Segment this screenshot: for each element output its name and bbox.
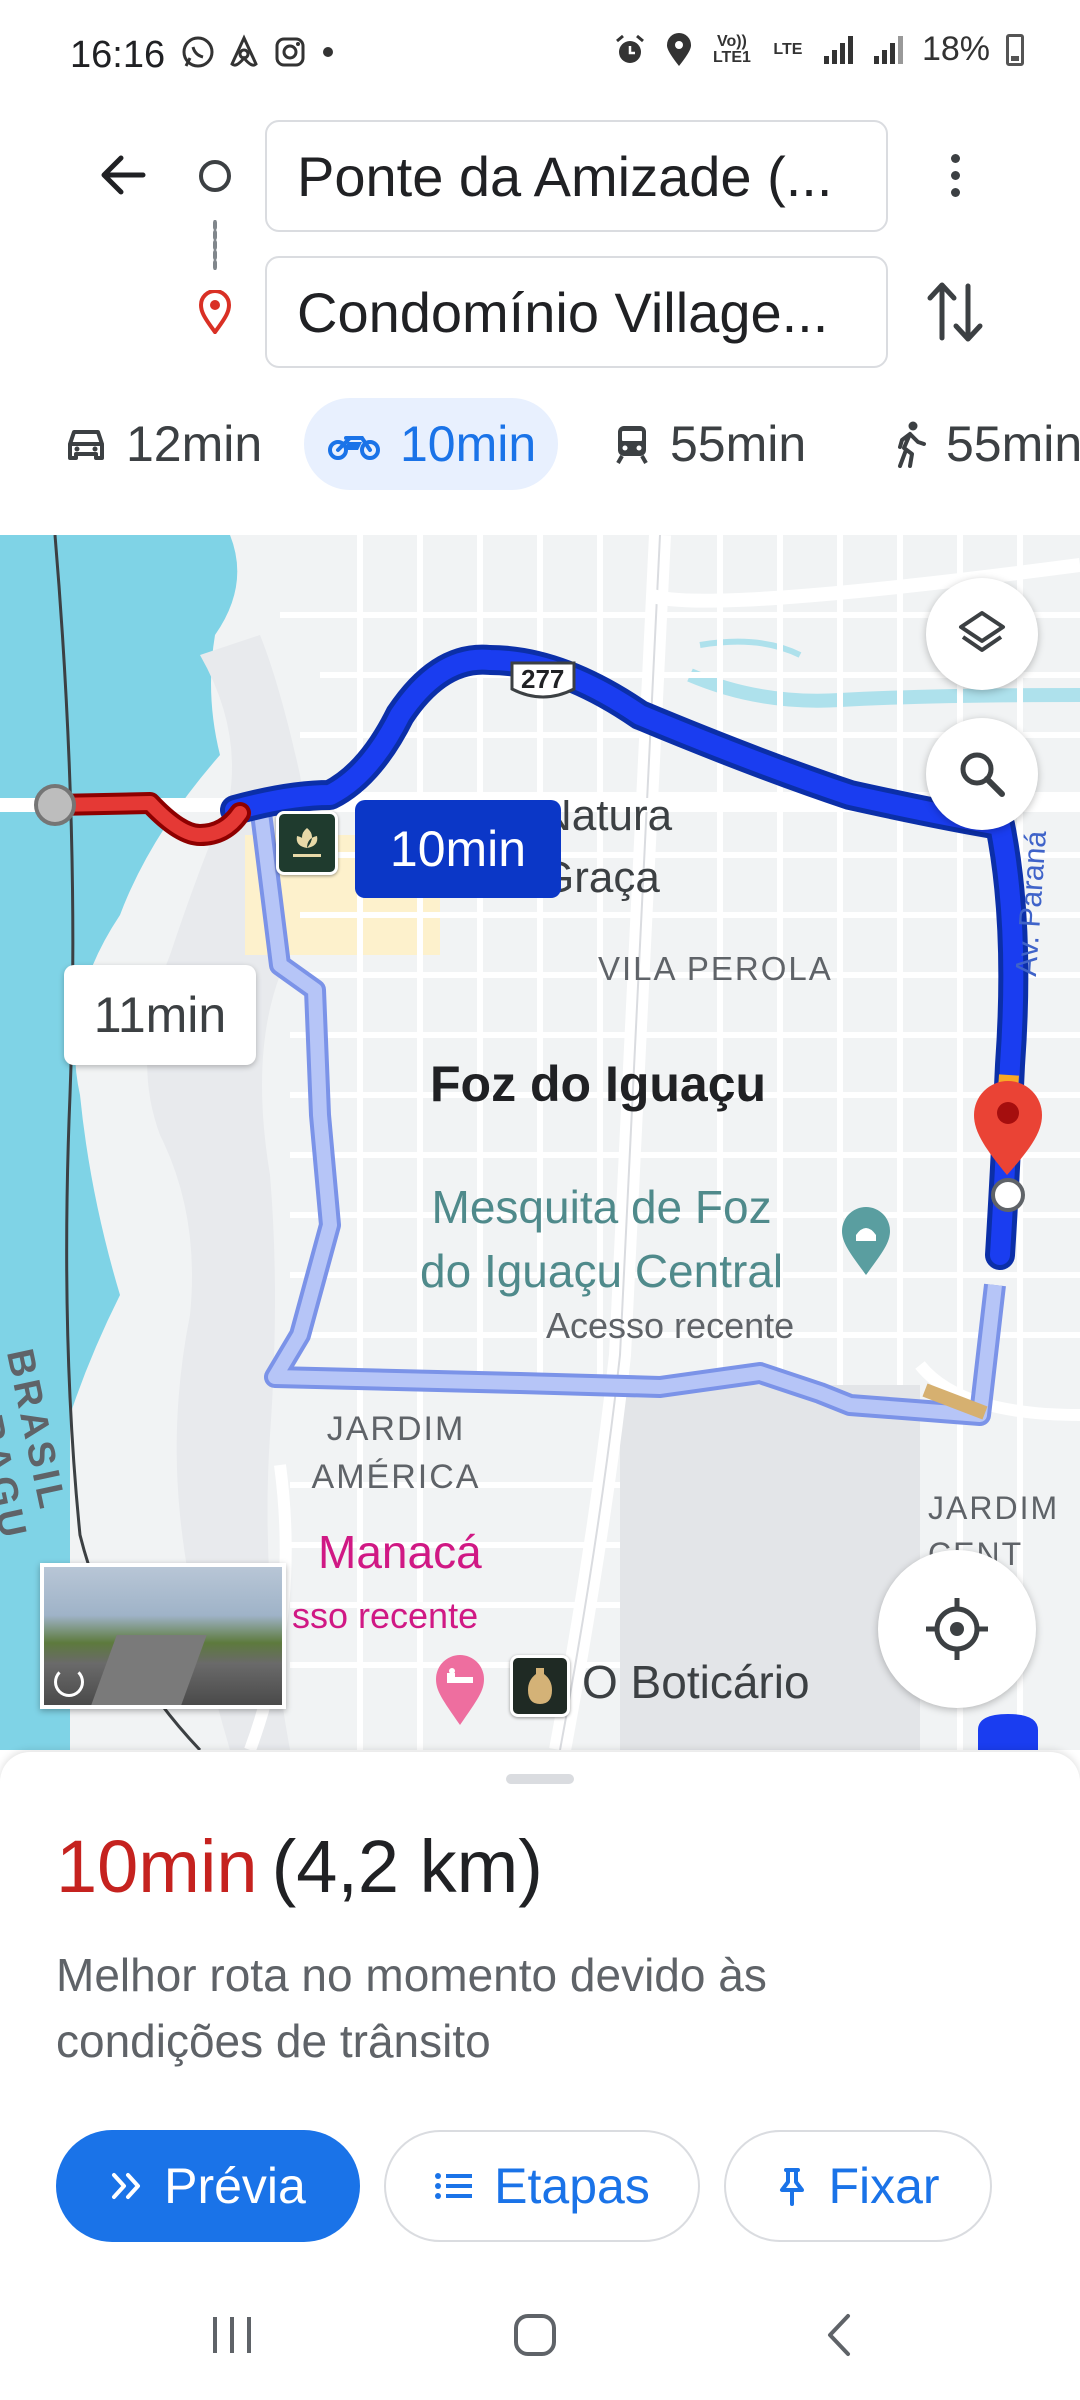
tab-walk[interactable]: 55min [870, 398, 1080, 490]
pin-icon [780, 2168, 805, 2206]
tab-transit[interactable]: 55min [590, 398, 828, 490]
volte-indicator: Vo)) LTE1 [712, 32, 751, 66]
street-view-thumbnail[interactable] [40, 1563, 286, 1709]
dot-icon [323, 47, 333, 57]
more-dot [950, 187, 960, 197]
swap-button[interactable] [920, 272, 990, 352]
more-dot [950, 170, 960, 180]
train-icon [616, 426, 648, 464]
route-description: Melhor rota no momento devido às condiçõ… [56, 1949, 767, 2067]
poi-mosque-label[interactable]: Mesquita de Foz do Iguaçu Central [420, 1175, 783, 1303]
route-eta-callout[interactable]: 10min [355, 800, 561, 898]
my-location-icon [926, 1598, 988, 1660]
destination-pin-icon [198, 290, 232, 334]
map-view[interactable]: 277 Natura Graça 10min 11min VILA PEROLA… [0, 535, 1080, 1750]
poi-boticario-label[interactable]: O Boticário [582, 1655, 810, 1709]
natura-leaf-icon [293, 828, 321, 857]
tab-car-label: 12min [126, 416, 263, 472]
home-icon [514, 2314, 556, 2356]
travel-mode-tabs: 12min 10min 55min 55min [0, 398, 1080, 493]
origin-field[interactable]: Ponte da Amizade (... [265, 120, 888, 232]
system-icons: Vo)) LTE1 LTE 18% [612, 30, 1024, 69]
recent-apps-icon [213, 2317, 251, 2353]
car-icon [68, 430, 104, 460]
steps-button[interactable]: Etapas [384, 2130, 700, 2242]
boticario-logo-icon[interactable] [510, 1655, 570, 1717]
boticario-bottle-icon [528, 1668, 552, 1704]
battery-icon [1006, 33, 1024, 66]
signal-roaming-icon [873, 35, 903, 64]
eta-distance: (4,2 km) [271, 1825, 543, 1908]
arrow-back-icon [101, 155, 146, 195]
airbnb-icon [230, 34, 258, 67]
natura-logo-icon[interactable] [276, 811, 338, 875]
mosque-line1: Mesquita de Foz [431, 1181, 772, 1233]
sheet-drag-handle[interactable] [506, 1774, 574, 1784]
notification-icons [180, 34, 338, 70]
system-back-button[interactable] [800, 2300, 880, 2370]
double-chevron-icon [112, 2173, 141, 2199]
more-dot [950, 153, 960, 163]
mosque-recent-label: Acesso recente [546, 1305, 795, 1346]
mosque-line2: do Iguaçu Central [420, 1245, 784, 1297]
instagram-icon [275, 37, 305, 67]
district-label-jardim-america: JARDIM AMÉRICA [311, 1410, 481, 1496]
pin-label: Fixar [828, 2158, 940, 2214]
district-label-vila-perola: VILA PEROLA [598, 950, 833, 987]
preview-button[interactable]: Prévia [56, 2130, 360, 2242]
poi-manaca-label[interactable]: Manacá [318, 1525, 482, 1579]
origin-circle-icon [199, 160, 231, 192]
motorcycle-icon [328, 436, 380, 460]
home-button[interactable] [495, 2300, 575, 2370]
list-icon [435, 2173, 473, 2199]
location-icon [666, 32, 691, 66]
eta-time: 10min [56, 1825, 258, 1908]
tab-motorcycle[interactable]: 10min [304, 398, 559, 490]
tab-motorcycle-label: 10min [400, 416, 537, 472]
hotel-pin-icon[interactable] [432, 1653, 488, 1727]
manaca-recent-label: sso recente [292, 1595, 479, 1636]
signal-icon [823, 35, 853, 64]
route-dots-icon [213, 220, 217, 270]
destination-field[interactable]: Condomínio Village... [265, 256, 888, 368]
my-location-button[interactable] [878, 1550, 1036, 1708]
steps-label: Etapas [494, 2158, 650, 2214]
pin-button[interactable]: Fixar [724, 2130, 992, 2242]
back-button[interactable] [88, 140, 158, 210]
tab-walk-label: 55min [946, 416, 1080, 472]
preview-label: Prévia [164, 2158, 306, 2214]
recent-apps-button[interactable] [192, 2300, 272, 2370]
lte-indicator: LTE [773, 40, 803, 58]
search-along-route-button[interactable] [926, 718, 1038, 830]
layers-button[interactable] [926, 578, 1038, 690]
system-navigation-bar [0, 2270, 1080, 2400]
alt-route-eta-callout[interactable]: 11min [64, 965, 256, 1065]
battery-percent: 18% [921, 30, 990, 68]
layers-icon [959, 611, 1005, 652]
swap-vert-icon [927, 282, 983, 342]
whatsapp-icon [182, 36, 214, 68]
highway-shield-label: 277 [521, 664, 565, 694]
tab-transit-label: 55min [670, 416, 807, 472]
status-time: 16:16 [70, 34, 166, 76]
more-options-button[interactable] [930, 140, 980, 210]
tab-car[interactable]: 12min [42, 398, 284, 490]
street-view-road [91, 1635, 207, 1705]
alarm-icon [615, 34, 644, 63]
status-bar: 16:16 Vo)) LTE1 LTE 18% [0, 0, 1080, 110]
chevron-left-icon [828, 2314, 850, 2356]
search-icon [960, 752, 1005, 797]
walk-icon [898, 421, 926, 468]
city-label: Foz do Iguaçu [430, 1056, 767, 1112]
rotate-360-icon [54, 1667, 84, 1697]
eta-summary: 10min (4,2 km) [56, 1824, 543, 1909]
